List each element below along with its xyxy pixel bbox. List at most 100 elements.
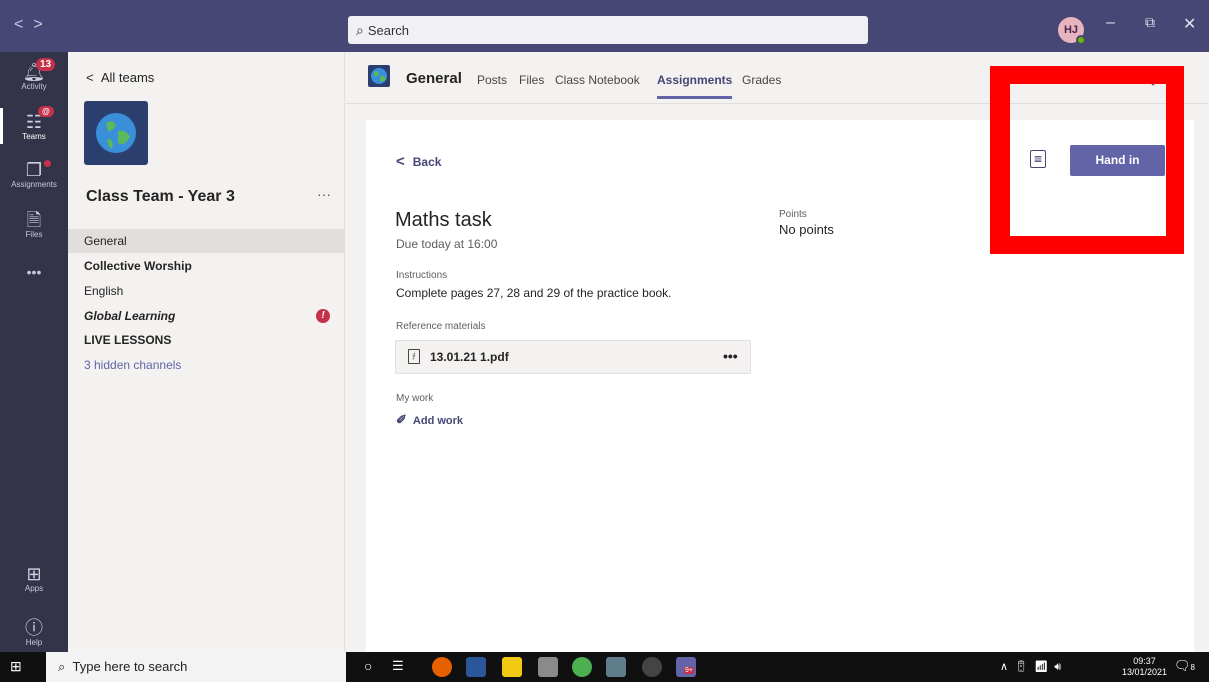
rail-help-label: Help	[25, 638, 43, 647]
instructions-text: Complete pages 27, 28 and 29 of the prac…	[396, 286, 672, 300]
assignments-icon: ❐	[25, 160, 43, 180]
rail-files[interactable]: 🗎︎ Files	[0, 210, 68, 239]
channel-alert-badge: !	[316, 309, 330, 323]
taskbar-search-placeholder: Type here to search	[72, 659, 188, 674]
rail-teams-label: Teams	[22, 132, 46, 141]
channel-live-lessons[interactable]: LIVE LESSONS	[68, 328, 344, 352]
channel-label: General	[84, 234, 127, 248]
rail-apps-label: Apps	[24, 584, 44, 593]
file-explorer-icon[interactable]	[502, 657, 522, 677]
channel-global-learning[interactable]: Global Learning !	[68, 304, 344, 328]
back-button[interactable]: < Back	[396, 153, 441, 170]
more-apps-icon: •••	[26, 264, 42, 280]
task-view-icon[interactable]: ☰	[392, 658, 404, 674]
assignment-title: Maths task	[395, 209, 492, 231]
taskbar-search-input[interactable]: ⌕ Type here to search	[46, 652, 346, 682]
tab-files[interactable]: Files	[519, 73, 544, 87]
channel-english[interactable]: English	[68, 279, 344, 303]
file-name: 13.01.21 1.pdf	[430, 350, 509, 364]
hidden-channels-link[interactable]: 3 hidden channels	[68, 353, 344, 377]
rail-teams[interactable]: ☷ Teams @	[0, 106, 68, 144]
title-bar: <> ⌕ Search HJ – ⧉ ✕	[0, 0, 1209, 52]
rail-more[interactable]: •••	[0, 264, 68, 280]
team-more-options[interactable]: ···	[317, 186, 331, 202]
channel-label: Collective Worship	[84, 259, 192, 273]
channel-collective-worship[interactable]: Collective Worship	[68, 254, 344, 278]
channel-title: General	[406, 70, 462, 87]
due-date: Due today at 16:00	[396, 237, 498, 251]
search-icon: ⌕	[58, 659, 66, 674]
tab-class-notebook[interactable]: Class Notebook	[555, 73, 640, 87]
back-arrow-icon[interactable]: <	[14, 16, 33, 33]
nav-arrows[interactable]: <>	[14, 16, 53, 34]
channel-label: LIVE LESSONS	[84, 333, 172, 347]
files-icon: 🗎︎	[26, 210, 42, 230]
tab-posts[interactable]: Posts	[477, 73, 507, 87]
search-input[interactable]: ⌕ Search	[348, 16, 868, 44]
avatar[interactable]: HJ	[1058, 17, 1086, 45]
system-tray-icons[interactable]: ∧ 🔋︎ 📶︎ 🔊︎	[1000, 660, 1061, 674]
taskbar-clock[interactable]: 09:37 13/01/2021	[1122, 656, 1167, 678]
chrome-icon[interactable]	[572, 657, 592, 677]
rail-assignments-label: Assignments	[11, 180, 57, 189]
bell-icon: 🔔︎	[22, 62, 46, 82]
rail-files-label: Files	[25, 230, 43, 239]
mention-badge: @	[38, 106, 54, 117]
globe-icon	[96, 113, 136, 153]
rail-assignments[interactable]: ❐ Assignments	[0, 160, 68, 189]
rail-activity[interactable]: 🔔︎ Activity 13	[0, 58, 68, 91]
instructions-label: Instructions	[396, 270, 448, 281]
teams-taskbar-icon[interactable]: 9+	[676, 657, 696, 677]
apps-icon: ⊞	[26, 564, 42, 584]
points-label: Points	[779, 209, 807, 220]
rail-help[interactable]: ⓘ Help	[0, 618, 68, 647]
windows-taskbar: ⊞ ⌕ Type here to search ○ ☰ 9+ ∧ 🔋︎ 📶︎ 🔊…	[0, 652, 1209, 682]
all-teams-link[interactable]: < All teams	[86, 70, 154, 85]
channel-label: Global Learning	[84, 309, 176, 323]
windows-start-icon[interactable]: ⊞	[10, 658, 22, 675]
word-icon[interactable]	[466, 657, 486, 677]
restore-icon[interactable]: ⧉	[1145, 14, 1155, 31]
assignments-dot	[44, 160, 51, 167]
tab-assignments[interactable]: Assignments	[657, 73, 733, 99]
back-label: Back	[412, 155, 442, 169]
rail-apps[interactable]: ⊞ Apps	[0, 564, 68, 593]
add-work-button[interactable]: ✐ Add work	[396, 412, 463, 428]
globe-icon	[371, 68, 387, 84]
tab-grades[interactable]: Grades	[742, 73, 781, 87]
minimize-icon[interactable]: –	[1106, 14, 1115, 32]
chevron-left-icon: <	[86, 70, 94, 85]
teams-taskbar-badge: 9+	[684, 667, 694, 674]
search-icon: ⌕	[356, 22, 364, 38]
help-icon: ⓘ	[25, 618, 43, 638]
presence-indicator	[1076, 35, 1086, 45]
cortana-icon[interactable]: ○	[364, 658, 372, 674]
channel-general[interactable]: General	[68, 229, 344, 253]
firefox-icon[interactable]	[432, 657, 452, 677]
my-work-label: My work	[396, 393, 434, 404]
app-icon[interactable]	[642, 657, 662, 677]
paperclip-icon: ✐	[396, 412, 407, 427]
channel-label: English	[84, 284, 124, 298]
forward-arrow-icon[interactable]: >	[33, 16, 52, 33]
points-value: No points	[779, 222, 834, 237]
paint-icon[interactable]	[538, 657, 558, 677]
avatar-initials: HJ	[1063, 24, 1079, 36]
app-rail: 🔔︎ Activity 13 ☷ Teams @ ❐ Assignments 🗎…	[0, 52, 68, 652]
add-work-label: Add work	[412, 415, 464, 427]
reference-file[interactable]: ⨍ 13.01.21 1.pdf •••	[395, 340, 751, 374]
camera-icon[interactable]	[606, 657, 626, 677]
all-teams-label: All teams	[100, 70, 155, 85]
chevron-left-icon: <	[396, 153, 405, 170]
channel-logo	[368, 65, 390, 87]
file-more-options[interactable]: •••	[723, 348, 738, 364]
notification-center-icon[interactable]: 🗨︎8	[1174, 658, 1195, 674]
reference-materials-label: Reference materials	[396, 321, 486, 332]
team-name: Class Team - Year 3	[86, 188, 235, 205]
search-placeholder: Search	[367, 23, 410, 38]
notification-count: 8	[1190, 663, 1195, 672]
clock-date: 13/01/2021	[1122, 667, 1168, 677]
team-logo	[84, 101, 148, 165]
highlight-box	[990, 66, 1184, 254]
close-icon[interactable]: ✕	[1183, 14, 1196, 34]
